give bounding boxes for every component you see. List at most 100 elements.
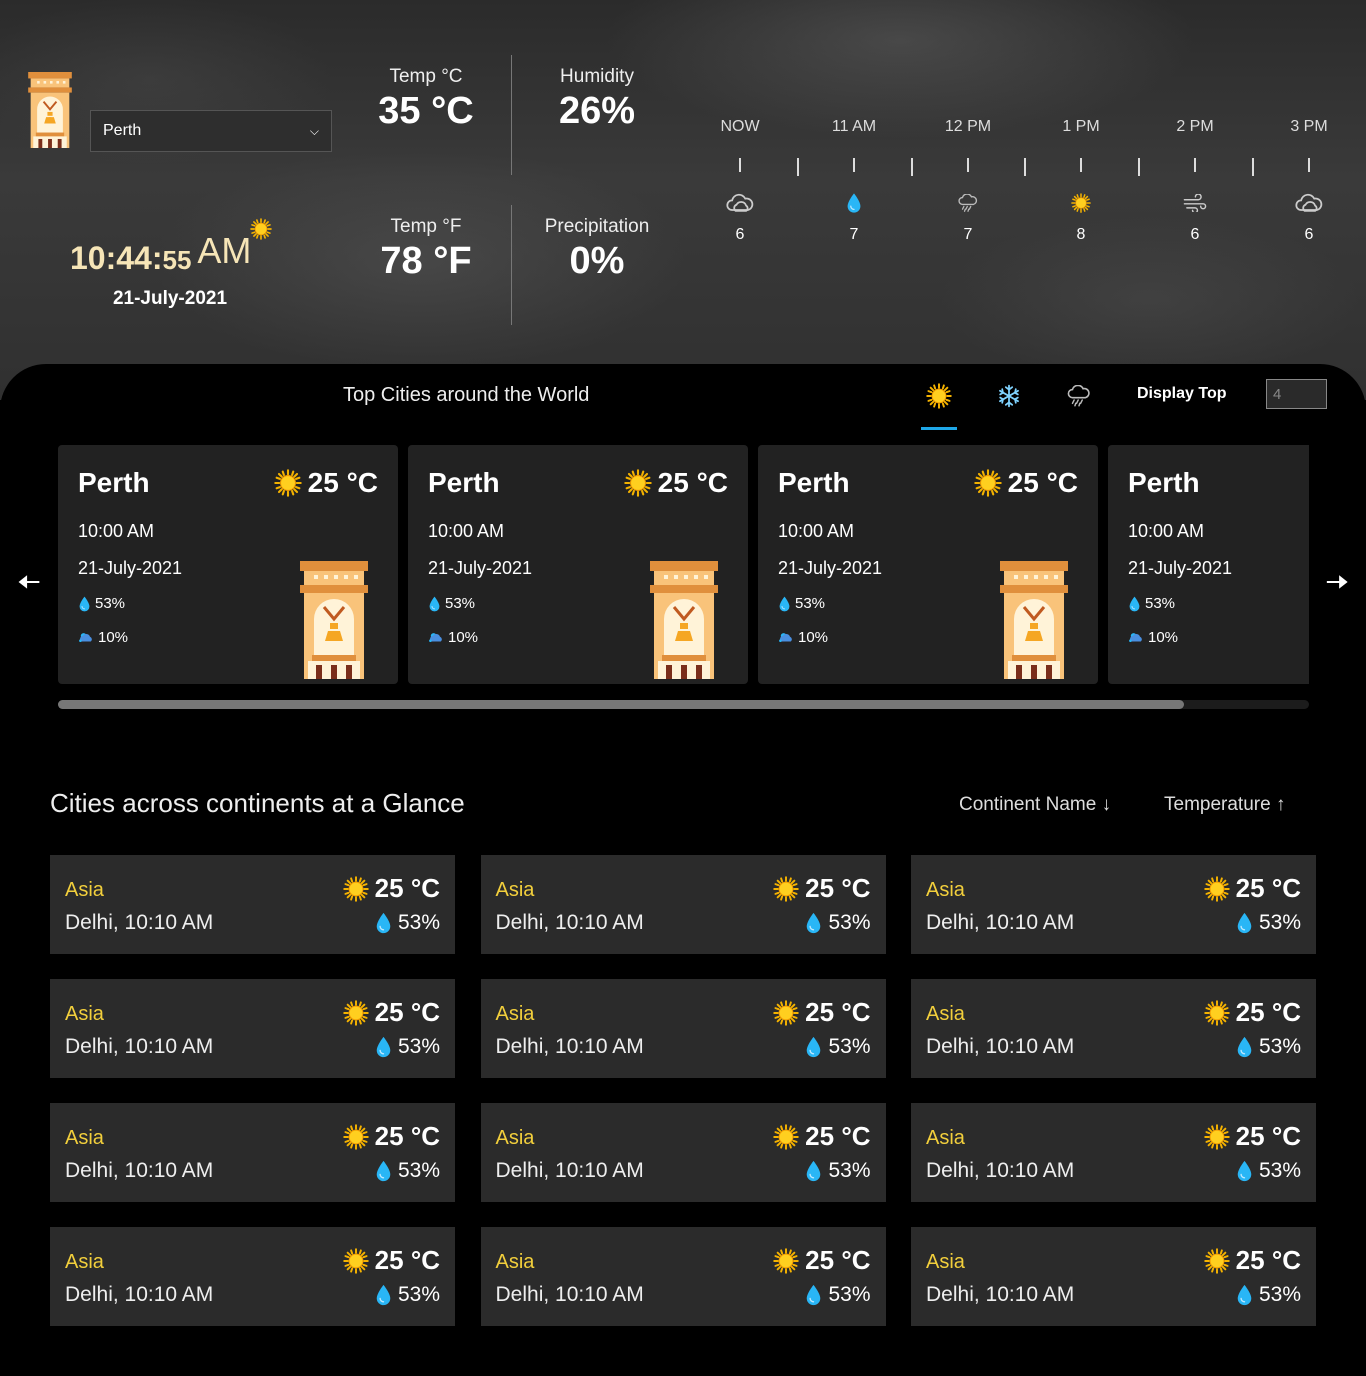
temp-f-stat: Temp °F 78 °F [341,216,511,283]
hourly-tick [853,158,855,172]
continent-name: Asia [65,1251,104,1273]
main-panel: Top Cities around the World Display Top … [0,364,1366,1376]
city-time: Delhi, 10:10 AM [65,1035,214,1058]
city-humidity-value: 53% [397,1035,440,1058]
city-humidity: 53% [805,1159,871,1183]
precipitation-value: 0% [569,240,625,282]
city-humidity: 53% [805,1035,871,1059]
city-landmark-icon [650,561,718,679]
city-card-name: Perth [428,467,500,498]
city-humidity: 53% [1236,1159,1301,1183]
city-card[interactable]: Perth25 °C10:00 AM21-July-202153%10% [1108,445,1309,684]
city-card-precipitation: 10% [778,629,828,646]
sun-icon [624,469,652,497]
display-top-label: Display Top [1137,385,1227,402]
windy-icon [1182,194,1208,212]
continent-city-card[interactable]: Asia Delhi, 10:10 AM 25 °C 53% [480,979,886,1078]
city-humidity-value: 53% [1258,1035,1301,1058]
continent-city-card[interactable]: Asia Delhi, 10:10 AM 25 °C 53% [911,979,1316,1078]
display-top-input[interactable]: 4 [1266,379,1327,409]
city-temp-value: 25 °C [374,997,440,1027]
city-card[interactable]: Perth25 °C10:00 AM21-July-202153%10% [408,445,748,684]
sun-icon [974,469,1002,497]
continent-city-card[interactable]: Asia Delhi, 10:10 AM 25 °C 53% [480,1103,886,1202]
sunny-filter-button[interactable] [921,378,957,430]
city-card-precipitation: 10% [1128,629,1178,646]
hourly-item: 11 AM 7 [814,118,894,244]
city-card-time: 10:00 AM [428,521,505,541]
carousel-scrollbar[interactable] [58,700,1309,709]
hourly-separator-tick [1138,158,1140,176]
continent-city-card[interactable]: Asia Delhi, 10:10 AM 25 °C 53% [911,1227,1316,1326]
city-card[interactable]: Perth25 °C10:00 AM21-July-202153%10% [758,445,1098,684]
city-temp-value: 25 °C [805,1121,871,1151]
hourly-time: 12 PM [944,118,992,135]
city-card-humidity-value: 53% [445,595,476,612]
continent-name: Asia [926,879,965,901]
continent-city-card[interactable]: Asia Delhi, 10:10 AM 25 °C 53% [50,979,455,1078]
city-time: Delhi, 10:10 AM [65,1159,214,1182]
city-card-precipitation: 10% [428,629,478,646]
city-temp-value: 25 °C [374,873,440,903]
precipitation-label: Precipitation [544,216,650,237]
city-time: Delhi, 10:10 AM [926,1283,1075,1306]
continent-name: Asia [65,1003,104,1025]
continent-city-card[interactable]: Asia Delhi, 10:10 AM 25 °C 53% [50,1103,455,1202]
city-time: Delhi, 10:10 AM [926,1035,1075,1058]
city-card[interactable]: Perth25 °C10:00 AM21-July-202153%10% [58,445,398,684]
city-humidity-value: 53% [1258,1159,1301,1182]
continent-name: Asia [495,1003,535,1025]
city-humidity: 53% [805,1283,871,1307]
clock-time: 10:44: [70,240,163,276]
continent-city-card[interactable]: Asia Delhi, 10:10 AM 25 °C 53% [911,855,1316,954]
city-time: Delhi, 10:10 AM [495,1159,644,1182]
hourly-time: 2 PM [1176,118,1214,135]
hourly-tick [1080,158,1082,172]
carousel-right-arrow-icon[interactable]: 🠢 [1326,564,1348,608]
city-card-humidity-value: 53% [1145,595,1176,612]
sun-icon [274,469,302,497]
humidity-icon [428,596,441,612]
continent-city-card[interactable]: Asia Delhi, 10:10 AM 25 °C 53% [480,1227,886,1326]
sun-icon [773,876,799,902]
city-humidity-value: 53% [828,1159,871,1182]
city-card-date: 21-July-2021 [78,558,183,578]
sort-continent-button[interactable]: Continent Name ↓ [959,794,1111,816]
city-time: Delhi, 10:10 AM [65,911,214,934]
divider [511,205,512,325]
continent-city-card[interactable]: Asia Delhi, 10:10 AM 25 °C 53% [911,1103,1316,1202]
city-card-humidity: 53% [1128,595,1175,612]
precipitation-icon [778,631,794,644]
city-temp-value: 25 °C [374,1245,440,1275]
city-select[interactable]: Perth ⌵ [90,110,332,152]
hourly-value: 8 [1076,226,1086,243]
rainy-filter-button[interactable] [1061,378,1097,414]
hourly-tick [1194,158,1196,172]
sort-temperature-button[interactable]: Temperature ↑ [1164,794,1285,816]
city-card-name: Perth [778,467,850,498]
city-humidity-value: 53% [1258,911,1301,934]
clock: 10:44:55 AM [70,236,270,278]
continent-city-card[interactable]: Asia Delhi, 10:10 AM 25 °C 53% [50,1227,455,1326]
precipitation-stat: Precipitation 0% [512,216,682,283]
city-humidity: 53% [1236,1035,1301,1059]
hourly-separator-tick [911,158,913,176]
snowy-filter-button[interactable] [991,378,1027,414]
city-card-precipitation-value: 10% [448,629,479,646]
city-humidity: 53% [805,911,871,935]
humidity-icon [375,912,392,934]
hourly-separator-tick [1024,158,1026,176]
scrollbar-thumb[interactable] [58,700,1184,709]
city-humidity: 53% [1236,911,1301,935]
continent-name: Asia [495,1251,535,1273]
sun-icon [773,1248,799,1274]
continent-city-card[interactable]: Asia Delhi, 10:10 AM 25 °C 53% [480,855,886,954]
continent-city-card[interactable]: Asia Delhi, 10:10 AM 25 °C 53% [50,855,455,954]
weather-header: Perth ⌵ 10:44:55 AM 21-July-2021 Temp °C … [0,0,1366,400]
humidity-icon [778,596,791,612]
humidity-icon [805,912,822,934]
carousel-left-arrow-icon[interactable]: 🠠 [18,564,40,608]
city-card-temp-value: 25 °C [1007,467,1078,498]
current-date: 21-July-2021 [112,288,228,309]
top-cities-carousel[interactable]: Perth 25 °C 10:00 AM 21-July-2021 53% 10% Pert… [58,445,1309,685]
